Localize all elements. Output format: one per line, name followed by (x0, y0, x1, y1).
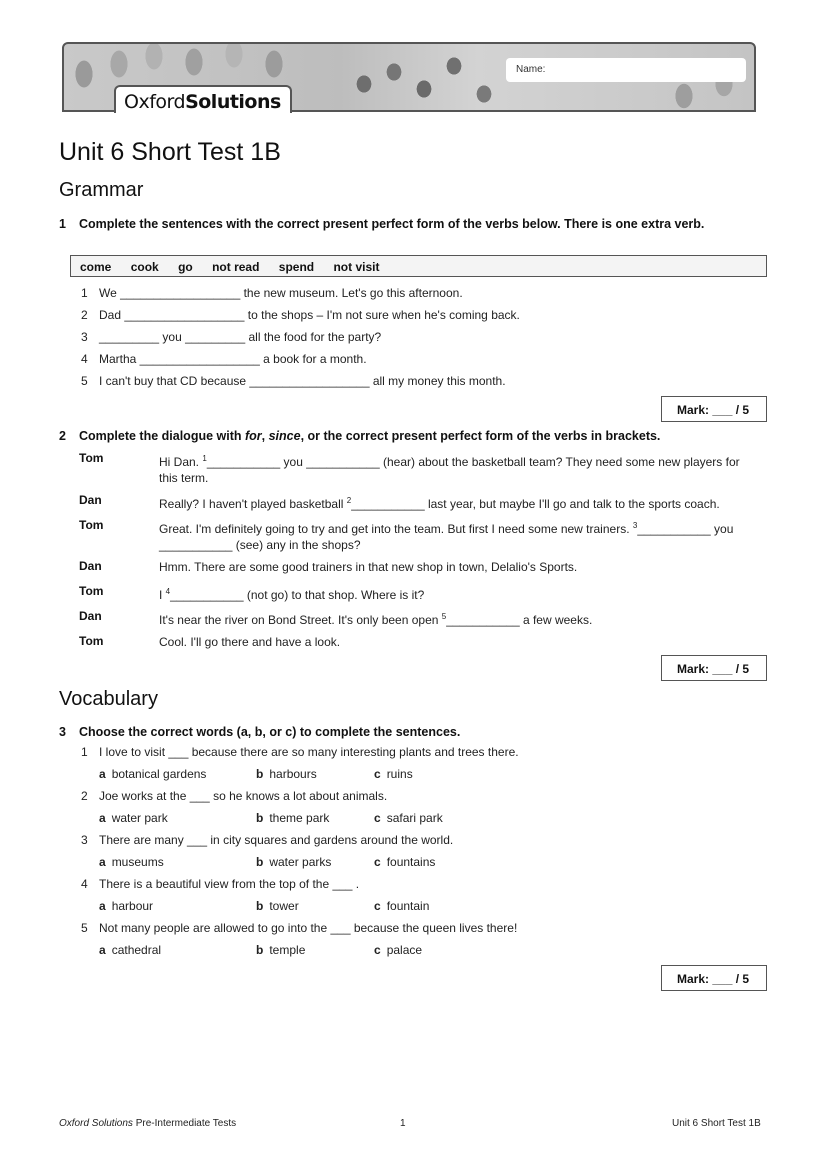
word-bank-item: spend (278, 260, 315, 274)
footer-left: Oxford Solutions Pre-Intermediate Tests (59, 1118, 237, 1129)
option-b[interactable]: b water parks (256, 855, 331, 869)
item-number: 2 (81, 308, 88, 322)
dialogue-line[interactable]: Great. I'm definitely going to try and g… (159, 518, 759, 553)
dialogue-speaker: Dan (79, 559, 102, 573)
word-bank: come cook go not read spend not visit (70, 255, 767, 277)
dialogue-line[interactable]: Hi Dan. 1___________ you ___________ (he… (159, 451, 759, 486)
question-instruction: Complete the dialogue with for, since, o… (79, 429, 661, 443)
item-number: 4 (81, 352, 88, 366)
dialogue-line[interactable]: I 4___________ (not go) to that shop. Wh… (159, 584, 759, 603)
dialogue-line: Cool. I'll go there and have a look. (159, 635, 341, 649)
option-c[interactable]: c palace (374, 943, 422, 957)
question-number: 1 (59, 217, 66, 231)
option-a[interactable]: a harbour (99, 899, 153, 913)
q1-item[interactable]: 3 _________ you _________ all the food fo… (81, 330, 381, 344)
question-number: 3 (59, 725, 66, 739)
footer-page-number: 1 (400, 1118, 406, 1129)
question-2-heading: 2 Complete the dialogue with for, since, … (59, 428, 759, 444)
option-c[interactable]: c fountains (374, 855, 435, 869)
option-b[interactable]: b temple (256, 943, 305, 957)
q1-item[interactable]: 1 We __________________ the new museum. L… (81, 286, 463, 300)
option-a[interactable]: a water park (99, 811, 168, 825)
word-bank-item: come (80, 260, 112, 274)
option-b[interactable]: b theme park (256, 811, 329, 825)
q3-item: 5 Not many people are allowed to go into … (81, 921, 518, 935)
item-number: 5 (81, 374, 88, 388)
dialogue-speaker: Dan (79, 493, 102, 507)
question-3-heading: 3 Choose the correct words (a, b, or c) t… (59, 724, 759, 740)
q1-item[interactable]: 5 I can't buy that CD because ___________… (81, 374, 506, 388)
section-vocabulary: Vocabulary (59, 688, 158, 710)
name-field[interactable]: Name: (506, 58, 746, 82)
option-b[interactable]: b harbours (256, 767, 317, 781)
mark-box-q1[interactable]: Mark: ___ / 5 (661, 396, 767, 422)
word-bank-item: not read (212, 260, 260, 274)
option-c[interactable]: c ruins (374, 767, 413, 781)
option-a[interactable]: a museums (99, 855, 164, 869)
dialogue-line[interactable]: Really? I haven't played basketball 2___… (159, 493, 759, 512)
dialogue-line[interactable]: It's near the river on Bond Street. It's… (159, 609, 759, 628)
footer-right: Unit 6 Short Test 1B (672, 1118, 761, 1129)
brand-logo: OxfordSolutions (114, 85, 292, 113)
question-instruction: Choose the correct words (a, b, or c) to… (79, 725, 461, 739)
name-label: Name: (516, 64, 546, 75)
item-number: 3 (81, 330, 88, 344)
page-title: Unit 6 Short Test 1B (59, 138, 281, 166)
option-a[interactable]: a cathedral (99, 943, 161, 957)
mark-box-q2[interactable]: Mark: ___ / 5 (661, 655, 767, 681)
option-c[interactable]: c fountain (374, 899, 429, 913)
item-number: 1 (81, 286, 88, 300)
q3-item: 2 Joe works at the ___ so he knows a lot … (81, 789, 388, 803)
question-number: 2 (59, 429, 66, 443)
mark-box-q3[interactable]: Mark: ___ / 5 (661, 965, 767, 991)
question-instruction: Complete the sentences with the correct … (79, 217, 705, 231)
option-a[interactable]: a botanical gardens (99, 767, 206, 781)
word-bank-item: go (178, 260, 193, 274)
item-text: We __________________ the new museum. Le… (99, 286, 463, 300)
dialogue-speaker: Tom (79, 634, 104, 648)
dialogue-speaker: Tom (79, 451, 104, 465)
item-text: Martha __________________ a book for a m… (99, 352, 367, 366)
option-c[interactable]: c safari park (374, 811, 443, 825)
q1-item[interactable]: 2 Dad __________________ to the shops – I… (81, 308, 520, 322)
brand-regular: Oxford (124, 91, 186, 113)
option-b[interactable]: b tower (256, 899, 299, 913)
dialogue-speaker: Dan (79, 609, 102, 623)
item-text: _________ you _________ all the food for… (99, 330, 382, 344)
q1-item[interactable]: 4 Martha __________________ a book for a … (81, 352, 367, 366)
dialogue-speaker: Tom (79, 584, 104, 598)
q3-item: 4 There is a beautiful view from the top … (81, 877, 360, 891)
dialogue-line: Hmm. There are some good trainers in tha… (159, 560, 578, 574)
brand-bold: Solutions (185, 91, 281, 113)
q3-item: 1I love to visit ___ because there are s… (81, 745, 519, 759)
word-bank-item: cook (130, 260, 159, 274)
section-grammar: Grammar (59, 179, 144, 201)
word-bank-item: not visit (333, 260, 380, 274)
item-text: Dad __________________ to the shops – I'… (99, 308, 520, 322)
q3-item: 3 There are many ___ in city squares and … (81, 833, 454, 847)
question-1-heading: 1 Complete the sentences with the correct… (59, 216, 759, 232)
item-text: I can't buy that CD because ____________… (99, 374, 506, 388)
dialogue-speaker: Tom (79, 518, 104, 532)
